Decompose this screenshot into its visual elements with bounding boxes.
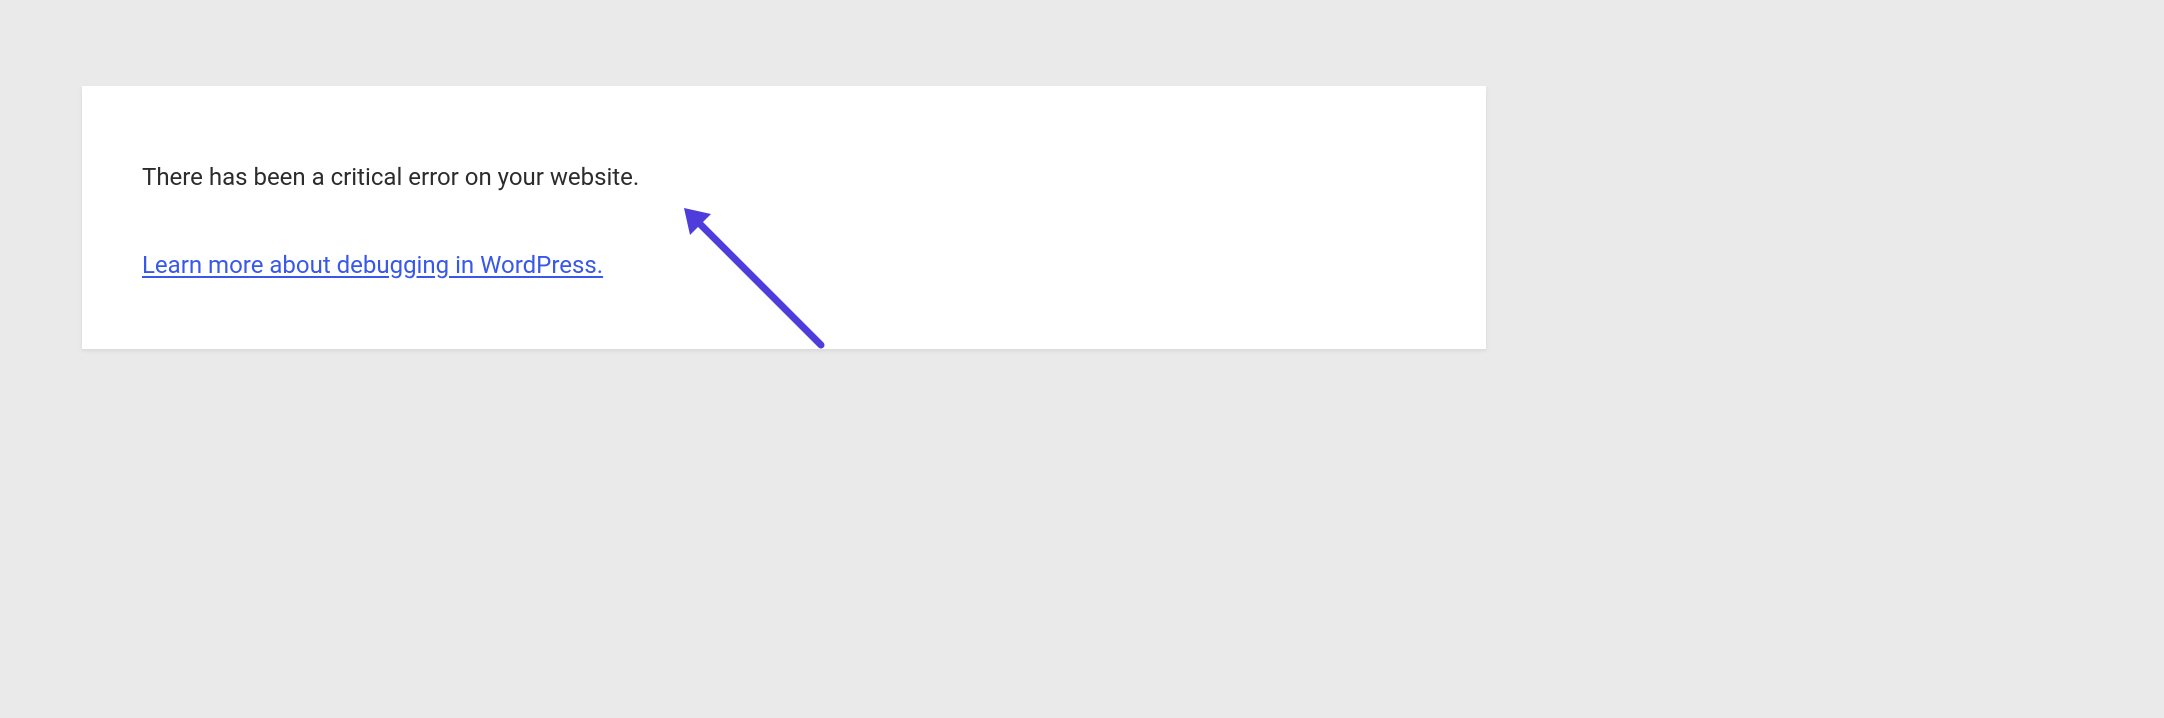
- debug-link[interactable]: Learn more about debugging in WordPress.: [142, 251, 603, 279]
- error-container: There has been a critical error on your …: [82, 86, 1486, 349]
- error-message: There has been a critical error on your …: [142, 161, 1426, 195]
